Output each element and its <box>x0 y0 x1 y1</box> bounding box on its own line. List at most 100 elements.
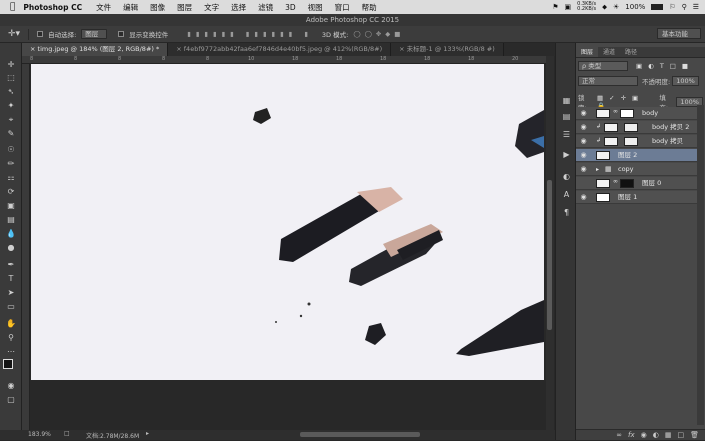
close-icon[interactable]: × <box>399 45 407 53</box>
move-tool-icon[interactable]: ✛ <box>4 59 18 70</box>
dodge-tool-icon[interactable]: ● <box>4 242 18 253</box>
workspace-switcher[interactable]: 基本功能 <box>657 28 701 39</box>
auto-select-checkbox[interactable] <box>37 31 44 37</box>
magic-wand-icon[interactable]: ✦ <box>4 100 18 111</box>
menu-edit[interactable]: 编辑 <box>117 2 144 13</box>
flag-icon[interactable]: ⚑ <box>552 3 558 11</box>
auto-select-dropdown[interactable]: 图层 <box>81 29 108 39</box>
properties-icon[interactable]: ☰ <box>561 129 572 140</box>
list-icon[interactable]: ☰ <box>693 3 699 11</box>
share-icon[interactable]: □ <box>64 430 70 437</box>
actions-icon[interactable]: ▶ <box>561 149 572 160</box>
move-tool-preset-icon[interactable]: ✛▾ <box>8 29 20 39</box>
tab-f4ebf[interactable]: × f4ebf9772abb42faa6ef7846d4e40bf5.jpeg … <box>168 43 392 56</box>
status-menu-icon[interactable]: ▸ <box>146 430 149 437</box>
tab-channels[interactable]: 通道 <box>598 47 620 57</box>
menu-3d[interactable]: 3D <box>279 3 302 12</box>
eye-icon[interactable]: ◉ <box>579 109 588 118</box>
menu-file[interactable]: 文件 <box>90 2 117 13</box>
layer-row-layer-0[interactable]: ∞ 图层 0 <box>576 177 697 190</box>
type-tool-icon[interactable]: T <box>4 273 18 284</box>
brush-tool-icon[interactable]: ✏ <box>4 158 18 169</box>
filter-icons[interactable]: ▣◐T□■ <box>636 62 694 70</box>
menu-layer[interactable]: 图层 <box>171 2 198 13</box>
3d-mode-icons[interactable]: ◯◯✥◆■ <box>353 30 404 38</box>
app-menu[interactable]: Photoshop CC <box>21 3 90 12</box>
close-icon[interactable]: × <box>176 45 184 53</box>
layer-row-layer-1[interactable]: ◉ 图层 1 <box>576 191 697 204</box>
adjustments-icon[interactable]: ◐ <box>561 171 572 182</box>
eraser-tool-icon[interactable]: ▣ <box>4 200 18 211</box>
history-brush-icon[interactable]: ⟳ <box>4 186 18 197</box>
eye-icon[interactable]: ◉ <box>579 137 588 146</box>
menu-image[interactable]: 图像 <box>144 2 171 13</box>
foreground-color-swatch[interactable] <box>3 359 13 369</box>
layer-row-layer-2[interactable]: ◉ 图层 2 <box>576 149 697 162</box>
new-layer-icon[interactable]: □ <box>677 430 684 440</box>
eye-icon[interactable]: ◉ <box>579 123 588 132</box>
healing-brush-icon[interactable]: ☉ <box>4 144 18 155</box>
gradient-tool-icon[interactable]: ▤ <box>4 214 18 225</box>
tab-timg[interactable]: × timg.jpeg @ 184% (图层 2, RGB/8#) * <box>22 43 169 56</box>
blend-mode-dropdown[interactable]: 正常 <box>578 76 638 86</box>
mask-icon[interactable]: ◉ <box>641 430 647 440</box>
zoom-tool-icon[interactable]: ⚲ <box>4 332 18 343</box>
menu-type[interactable]: 文字 <box>198 2 225 13</box>
apple-icon[interactable]:  <box>0 2 21 12</box>
layer-row-body-copy-2[interactable]: ◉ ↲ body 拷贝 2 <box>576 121 697 134</box>
show-transform-checkbox[interactable] <box>118 31 125 37</box>
lasso-tool-icon[interactable]: ➴ <box>4 86 18 97</box>
tab-layers[interactable]: 图层 <box>576 47 599 57</box>
zoom-level[interactable]: 183.9% <box>28 431 51 438</box>
adjustment-icon[interactable]: ◐ <box>653 430 659 440</box>
tab-paths[interactable]: 路径 <box>620 47 642 57</box>
document-canvas[interactable] <box>31 64 544 380</box>
paragraph-icon[interactable]: ¶ <box>561 207 572 218</box>
pen-tool-icon[interactable]: ✒ <box>4 259 18 270</box>
close-icon[interactable]: × <box>30 45 38 53</box>
character-icon[interactable]: A <box>561 189 572 200</box>
menu-view[interactable]: 视图 <box>302 2 329 13</box>
layer-row-body-copy[interactable]: ◉ ↲ body 拷贝 <box>576 135 697 148</box>
path-select-icon[interactable]: ➤ <box>4 287 18 298</box>
trash-icon[interactable]: 🗑 <box>690 430 699 440</box>
folder-icon[interactable]: ▦ <box>665 430 672 440</box>
eye-icon[interactable]: ◉ <box>579 193 588 202</box>
screen-mode-icon[interactable]: ▢ <box>4 394 18 405</box>
battery-icon[interactable] <box>651 4 664 10</box>
vertical-scroll-thumb[interactable] <box>547 180 552 330</box>
layer-row-body[interactable]: ◉ ∞ body <box>576 107 697 120</box>
histogram-icon[interactable]: ▦ <box>561 95 572 106</box>
align-icons[interactable]: ▮▮▮▮▮▮ ▮▮▮▮▮▮ ▮ <box>187 30 313 38</box>
quick-mask-icon[interactable]: ◉ <box>4 380 18 391</box>
expand-arrow-icon[interactable]: ▸ <box>596 163 599 176</box>
flag-menu-icon[interactable]: ⚐ <box>669 3 675 11</box>
eye-hidden-slot[interactable] <box>579 179 588 188</box>
eyedropper-icon[interactable]: ✎ <box>4 128 18 139</box>
wifi-icon[interactable]: ☀ <box>613 3 619 11</box>
info-icon[interactable]: ▤ <box>561 111 572 122</box>
layer-row-copy-group[interactable]: ◉ ▸ ▦ copy <box>576 163 697 176</box>
layer-filter-dropdown[interactable]: ρ 类型 <box>578 61 628 71</box>
clone-stamp-icon[interactable]: ⚏ <box>4 172 18 183</box>
marquee-tool-icon[interactable]: ⬚ <box>4 72 18 83</box>
menu-filter[interactable]: 滤镜 <box>252 2 279 13</box>
menu-window[interactable]: 窗口 <box>329 2 356 13</box>
fx-icon[interactable]: fx <box>628 430 635 440</box>
eye-icon[interactable]: ◉ <box>579 151 588 160</box>
blur-tool-icon[interactable]: 💧 <box>4 228 18 239</box>
bluetooth-icon[interactable]: ⬥ <box>602 3 607 12</box>
tab-untitled[interactable]: × 未标题-1 @ 133%(RGB/8 #) <box>391 43 504 56</box>
opacity-input[interactable]: 100% <box>672 76 699 86</box>
menu-help[interactable]: 帮助 <box>356 2 383 13</box>
link-icon[interactable]: ∞ <box>616 430 622 440</box>
eye-icon[interactable]: ◉ <box>579 165 588 174</box>
more-tools-icon[interactable]: ⋯ <box>4 346 18 357</box>
rectangle-tool-icon[interactable]: ▭ <box>4 301 18 312</box>
crop-tool-icon[interactable]: ⌖ <box>4 114 18 125</box>
hand-tool-icon[interactable]: ✋ <box>4 318 18 329</box>
panel-scrollbar[interactable] <box>697 105 704 425</box>
menu-select[interactable]: 选择 <box>225 2 252 13</box>
search-icon[interactable]: ⚲ <box>682 3 687 11</box>
display-icon[interactable]: ▣ <box>565 3 572 11</box>
